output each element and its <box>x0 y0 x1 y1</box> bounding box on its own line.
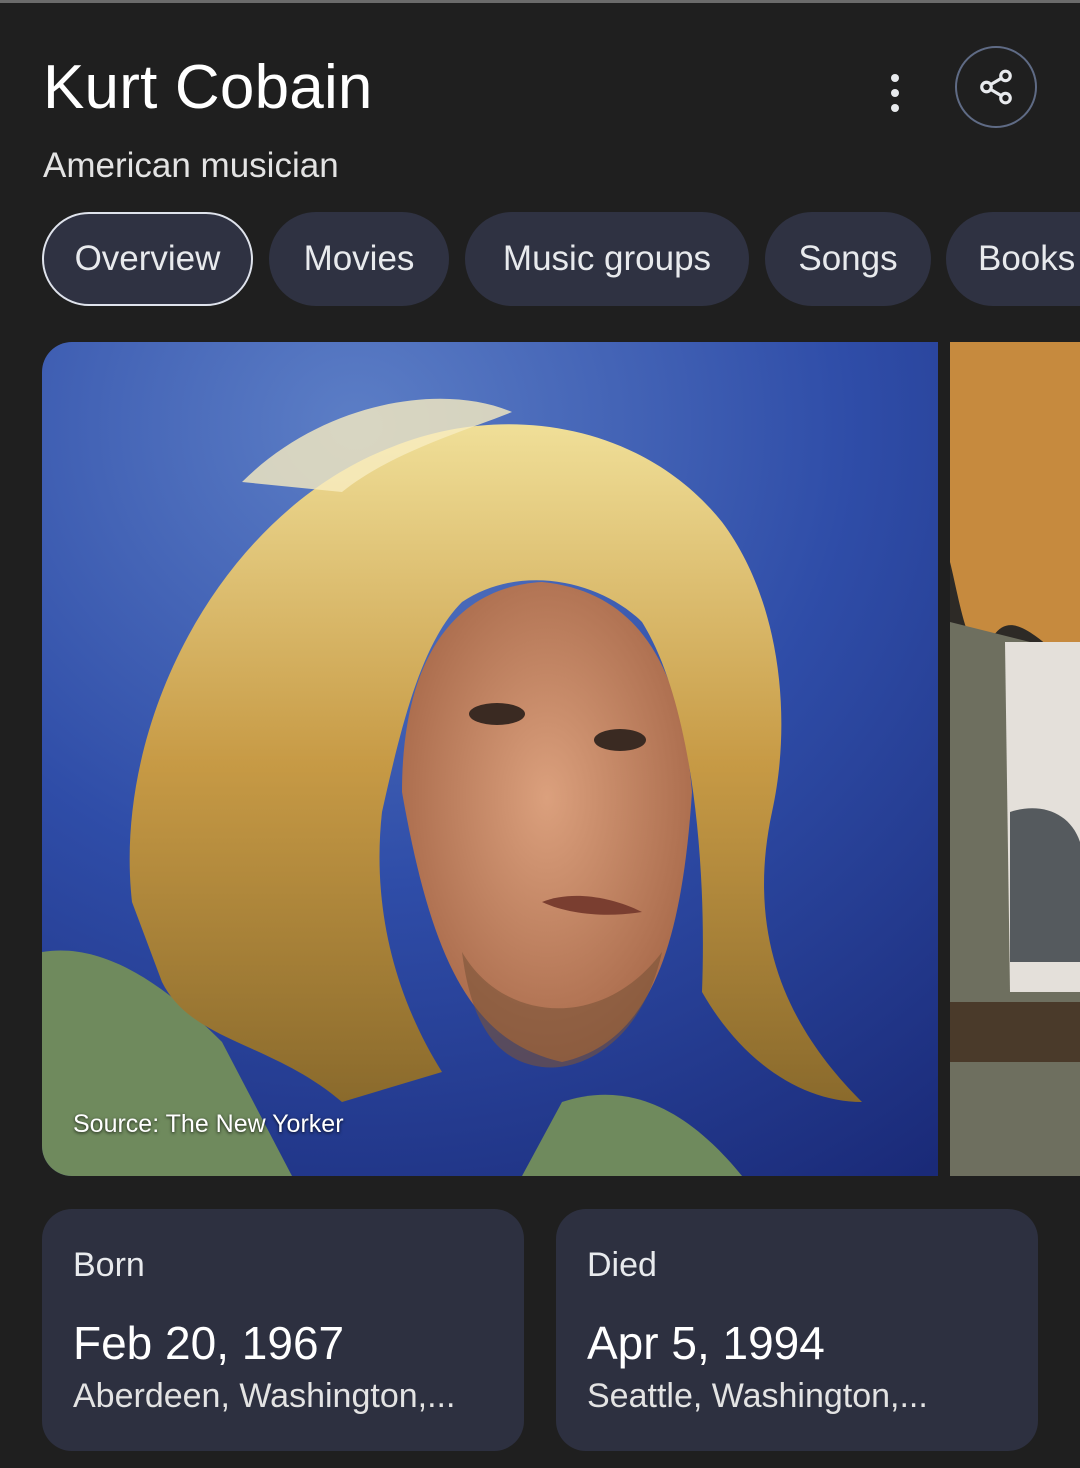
died-card[interactable]: Died Apr 5, 1994 Seattle, Washington,... <box>556 1209 1038 1451</box>
tab-bar: Overview Movies Music groups Songs Books <box>0 212 1080 306</box>
portrait-photo <box>42 342 938 1176</box>
tab-books[interactable]: Books <box>946 212 1080 306</box>
tab-overview[interactable]: Overview <box>42 212 253 306</box>
born-place: Aberdeen, Washington,... <box>73 1377 456 1415</box>
entity-description: American musician <box>43 146 339 185</box>
secondary-image[interactable] <box>950 342 1080 1176</box>
more-vert-icon <box>891 74 899 82</box>
tab-movies[interactable]: Movies <box>269 212 449 306</box>
died-date: Apr 5, 1994 <box>587 1317 825 1369</box>
share-button[interactable] <box>955 46 1037 128</box>
entity-title: Kurt Cobain <box>43 53 373 122</box>
died-place: Seattle, Washington,... <box>587 1377 928 1415</box>
died-label: Died <box>587 1246 657 1284</box>
tab-songs[interactable]: Songs <box>765 212 931 306</box>
knowledge-panel: Kurt Cobain American musician Overview M… <box>0 0 1080 1468</box>
born-date: Feb 20, 1967 <box>73 1317 345 1369</box>
share-icon <box>980 69 1012 105</box>
secondary-photo <box>950 342 1080 1176</box>
top-divider <box>0 0 1080 3</box>
born-label: Born <box>73 1246 145 1284</box>
image-source-caption: Source: The New Yorker <box>73 1110 344 1138</box>
primary-image[interactable] <box>42 342 938 1176</box>
tab-music-groups[interactable]: Music groups <box>465 212 749 306</box>
more-options-button[interactable] <box>872 66 918 120</box>
born-card[interactable]: Born Feb 20, 1967 Aberdeen, Washington,.… <box>42 1209 524 1451</box>
